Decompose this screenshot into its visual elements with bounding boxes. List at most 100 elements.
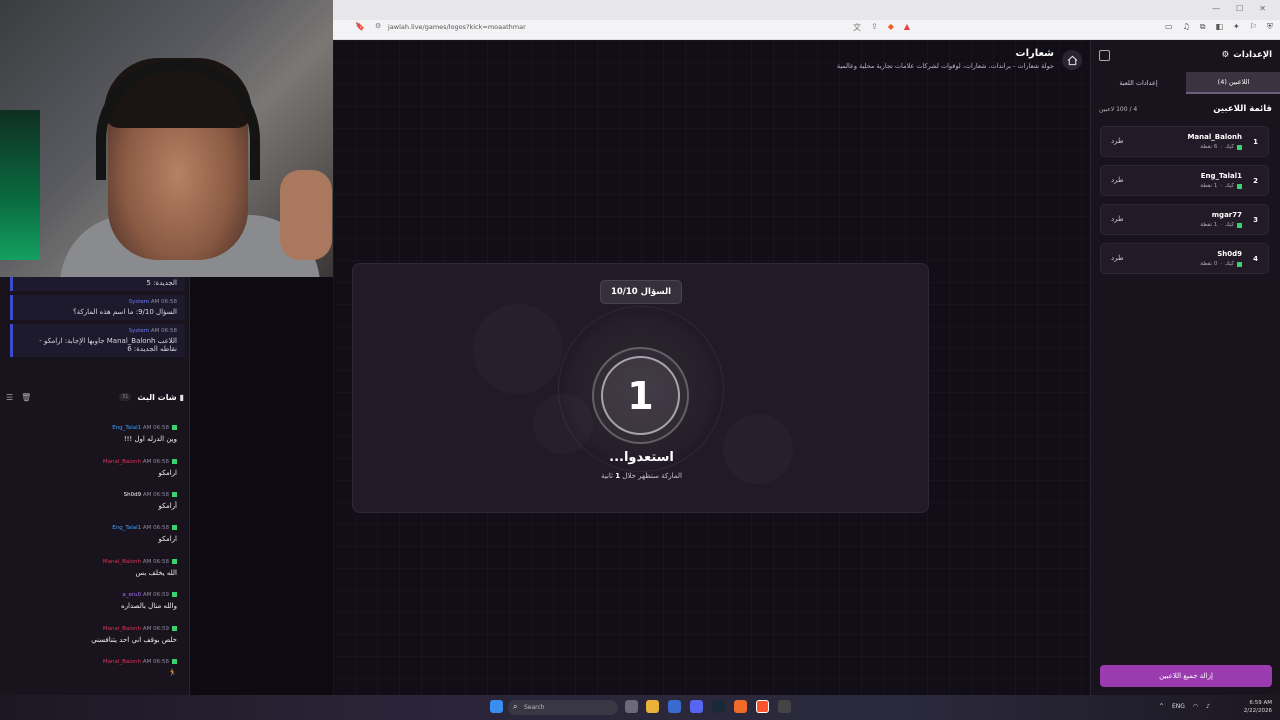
kick-badge-icon bbox=[172, 626, 177, 631]
windows-start-icon[interactable] bbox=[490, 700, 503, 713]
tab-players[interactable]: اللاعبين (4) bbox=[1186, 72, 1280, 94]
streamer-hand bbox=[280, 170, 332, 260]
taskbar: ⌕ Search ^ ENG ◠ ♪ 6:59 AM 2/22/2026 bbox=[0, 695, 1280, 720]
filter-icon[interactable]: ☰ bbox=[6, 393, 13, 402]
maximize-icon[interactable]: ☐ bbox=[1236, 4, 1243, 13]
task-view-icon[interactable] bbox=[625, 700, 638, 713]
chat-title: شات البث bbox=[137, 392, 177, 402]
players-count: 4 / 100 لاعبين bbox=[1099, 106, 1138, 113]
players-list-title: قائمة اللاعبين bbox=[1213, 104, 1272, 114]
chat-header: ☰ 🗑 31 شات البث ▮ bbox=[0, 387, 190, 407]
player-name: mgar77 bbox=[1211, 211, 1242, 219]
wallet-icon[interactable]: ♫ bbox=[1183, 22, 1190, 32]
browser-toolbar: — ☐ ✕ 🔖 ⚙ jawlah.live/games/logos?kick=m… bbox=[333, 0, 1280, 40]
tab-game-settings[interactable]: إعدادات اللعبة bbox=[1091, 72, 1186, 94]
player-rank: 4 bbox=[1253, 255, 1258, 263]
countdown-subtext: الماركة ستظهر خلال 1 ثانية bbox=[601, 472, 682, 480]
trash-icon[interactable]: 🗑 bbox=[21, 393, 31, 402]
app-icon[interactable] bbox=[668, 700, 681, 713]
kick-player-button[interactable]: طرد bbox=[1111, 137, 1124, 145]
discord-icon[interactable] bbox=[690, 700, 703, 713]
chat-message: Manal_Balonh AM 06:58 🏃 bbox=[102, 659, 177, 677]
brave-shield-icon[interactable]: ◆ bbox=[888, 22, 894, 33]
player-name: Sh0d9 bbox=[1217, 250, 1242, 258]
app-icon[interactable] bbox=[734, 700, 747, 713]
taskbar-search[interactable]: ⌕ Search bbox=[508, 700, 618, 715]
minimize-icon[interactable]: — bbox=[1212, 4, 1220, 13]
webcam-feed bbox=[0, 0, 333, 277]
obs-icon[interactable] bbox=[778, 700, 791, 713]
kick-badge-icon bbox=[1237, 183, 1242, 189]
volume-icon[interactable]: ♪ bbox=[1206, 703, 1210, 710]
kick-badge-icon bbox=[172, 525, 177, 530]
lang-indicator[interactable]: ENG bbox=[1172, 703, 1185, 710]
kick-badge-icon bbox=[1237, 222, 1242, 228]
kick-badge-icon bbox=[172, 559, 177, 564]
clock[interactable]: 6:59 AM 2/22/2026 bbox=[1244, 699, 1272, 715]
shield-icon[interactable]: ⛨ bbox=[1267, 22, 1273, 32]
home-icon bbox=[1067, 55, 1077, 65]
chat-message: Manal_Balonh AM 06:59 خلص بوقف اني احد ي… bbox=[91, 626, 177, 644]
chevron-up-icon[interactable]: ^ bbox=[1159, 703, 1164, 710]
home-button[interactable] bbox=[1062, 50, 1082, 70]
settings-title: الإعدادات ⚙ bbox=[1221, 50, 1272, 60]
stream-chat-panel: الجديدة: 5 System AM 06:58 السؤال 9/10: … bbox=[0, 277, 190, 695]
player-rank: 2 bbox=[1253, 177, 1258, 185]
kick-badge-icon bbox=[1237, 144, 1242, 150]
player-row: 2 Eng_Talal1 كيك · 1 نقطة طرد bbox=[1100, 165, 1269, 196]
close-icon[interactable]: ✕ bbox=[1259, 4, 1266, 13]
vpn-icon[interactable]: ⚐ bbox=[1250, 22, 1257, 32]
settings-panel: الإعدادات ⚙ اللاعبين (4) إعدادات اللعبة … bbox=[1090, 40, 1280, 695]
copy-icon[interactable]: ⧉ bbox=[1200, 22, 1206, 32]
kick-player-button[interactable]: طرد bbox=[1111, 215, 1124, 223]
kick-badge-icon bbox=[1237, 261, 1242, 267]
search-icon: ⌕ bbox=[513, 702, 518, 711]
settings-tabs: اللاعبين (4) إعدادات اللعبة bbox=[1091, 72, 1280, 94]
site-info-icon[interactable]: ⚙ bbox=[375, 22, 381, 30]
system-tray: ^ ENG ◠ ♪ bbox=[1159, 703, 1210, 710]
bookmark-icon[interactable]: 🔖 bbox=[355, 22, 365, 31]
system-message: System AM 06:58 السؤال 9/10: ما اسم هذه … bbox=[10, 295, 185, 320]
panel-icon[interactable]: ◧ bbox=[1215, 22, 1223, 32]
extensions-icon[interactable]: ✦ bbox=[1233, 22, 1240, 32]
kick-badge-icon bbox=[172, 659, 177, 664]
gear-icon: ⚙ bbox=[1221, 50, 1230, 60]
collapse-panel-icon[interactable] bbox=[1099, 50, 1110, 61]
player-row: 3 mgar77 كيك · 1 نقطة طرد bbox=[1100, 204, 1269, 235]
chat-message: Eng_Talal1 AM 06:58 ارامكو bbox=[112, 525, 177, 543]
remove-all-players-button[interactable]: إزالة جميع اللاعبين bbox=[1100, 665, 1272, 687]
chat-message: Manal_Balonh AM 06:58 ارامكو bbox=[102, 459, 177, 477]
kick-player-button[interactable]: طرد bbox=[1111, 176, 1124, 184]
translate-icon[interactable]: 文 bbox=[853, 22, 861, 33]
chat-message: Sh0d9 AM 06:58 أرامكو bbox=[123, 492, 177, 510]
background-monitor bbox=[0, 110, 40, 260]
kick-player-button[interactable]: طرد bbox=[1111, 254, 1124, 262]
system-message: System AM 06:58 اللاعب Manal_Balonh جاوب… bbox=[10, 324, 185, 357]
chat-count-badge: 31 bbox=[119, 393, 132, 401]
brave-browser-icon[interactable] bbox=[756, 700, 769, 713]
player-name: Manal_Balonh bbox=[1187, 133, 1242, 141]
share-icon[interactable]: ⇪ bbox=[871, 22, 878, 33]
countdown-number: 1 bbox=[601, 356, 680, 435]
player-name: Eng_Talal1 bbox=[1200, 172, 1242, 180]
player-row: 1 Manal_Balonh كيك · 6 نقطة طرد bbox=[1100, 126, 1269, 157]
player-row: 4 Sh0d9 كيك · 0 نقطة طرد bbox=[1100, 243, 1269, 274]
question-number-badge: السؤال 10/10 bbox=[600, 280, 682, 304]
kick-badge-icon bbox=[172, 425, 177, 430]
chat-message: Eng_Talal1 AM 06:58 وين الدرله اول !!! bbox=[112, 425, 177, 443]
brave-rewards-icon[interactable]: ▲ bbox=[904, 22, 910, 33]
address-bar[interactable]: jawlah.live/games/logos?kick=moaathmar bbox=[388, 23, 526, 31]
game-area: شعارات جولة شعارات - براندات، شعارات، لو… bbox=[333, 40, 1090, 695]
wifi-icon[interactable]: ◠ bbox=[1193, 703, 1198, 710]
kick-badge-icon bbox=[172, 492, 177, 497]
browser-tab-strip: — ☐ ✕ bbox=[333, 0, 1280, 20]
chat-message: a_eru0 AM 06:59 والله منال بالصداره bbox=[120, 592, 177, 610]
game-title: شعارات bbox=[1015, 48, 1054, 59]
chat-message: Manal_Balonh AM 06:58 الله يخلف بس bbox=[102, 559, 177, 577]
player-rank: 3 bbox=[1253, 216, 1258, 224]
file-explorer-icon[interactable] bbox=[646, 700, 659, 713]
steam-icon[interactable] bbox=[712, 700, 725, 713]
countdown-card: السؤال 10/10 1 استعدوا... الماركة ستظهر … bbox=[352, 263, 929, 513]
kick-badge-icon bbox=[172, 459, 177, 464]
sidebar-icon[interactable]: ▭ bbox=[1165, 22, 1173, 32]
